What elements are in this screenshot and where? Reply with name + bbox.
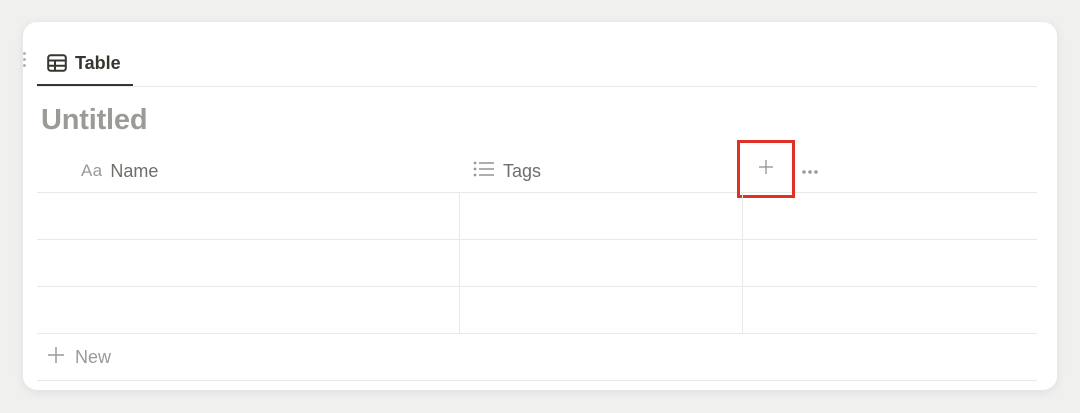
drag-handle-icon[interactable] [23, 52, 27, 68]
cell-empty [743, 193, 1037, 239]
database-title[interactable]: Untitled [41, 104, 148, 137]
text-type-icon: Aa [81, 161, 103, 180]
table-header-row: Aa Name Tags [37, 140, 1037, 198]
table-row [37, 240, 1037, 287]
table-row [37, 287, 1037, 334]
list-icon [473, 161, 495, 182]
cell-empty [743, 240, 1037, 286]
cell-name[interactable] [37, 287, 460, 333]
database-table: Aa Name Tags New [37, 140, 1037, 381]
table-row [37, 193, 1037, 240]
cell-tags[interactable] [460, 193, 743, 239]
plus-icon [47, 346, 65, 369]
new-row-label: New [75, 346, 112, 367]
plus-icon [758, 159, 774, 180]
table-icon [47, 54, 67, 72]
new-row-button[interactable]: New [37, 334, 1037, 381]
cell-name[interactable] [37, 240, 460, 286]
more-options-button[interactable] [801, 150, 819, 192]
cell-empty [743, 287, 1037, 333]
cell-tags[interactable] [460, 287, 743, 333]
column-header-name[interactable]: Aa Name [81, 150, 158, 192]
view-tab-bar: Table [37, 42, 1037, 87]
database-view-card: Table Untitled Aa Name Tags New [23, 22, 1057, 390]
column-header-tags[interactable]: Tags [473, 150, 541, 192]
column-label-tags: Tags [503, 160, 542, 181]
tab-table-view[interactable]: Table [37, 42, 133, 86]
tab-label: Table [75, 52, 121, 73]
cell-tags[interactable] [460, 240, 743, 286]
cell-name[interactable] [37, 193, 460, 239]
more-horizontal-icon [801, 162, 819, 180]
column-label-name: Name [110, 160, 159, 181]
add-property-button[interactable] [737, 140, 795, 198]
